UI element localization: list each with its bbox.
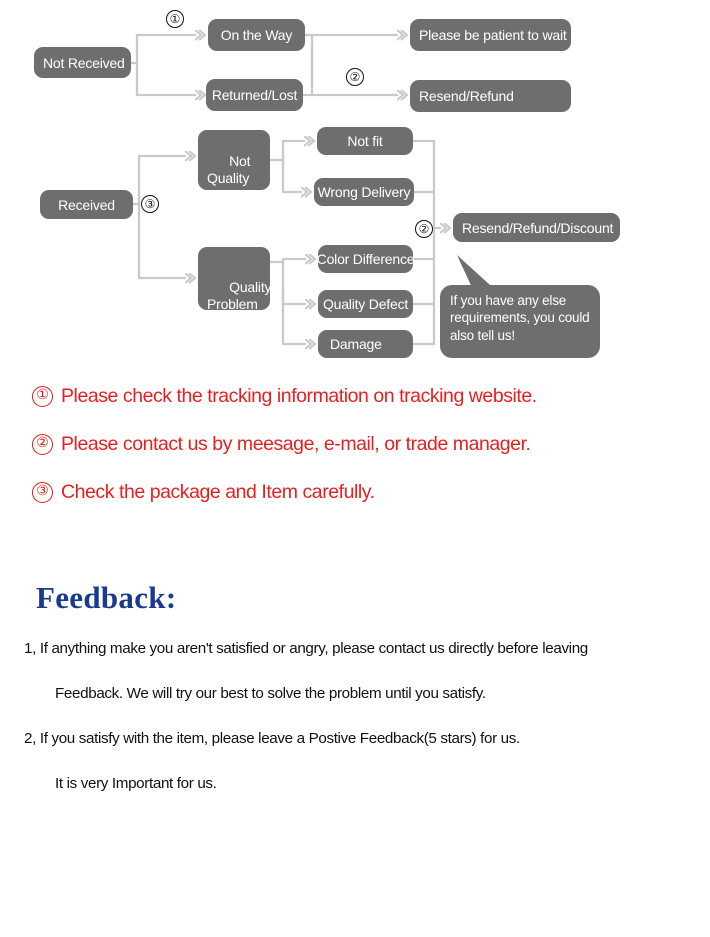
- marker-2-icon: ②: [346, 68, 364, 86]
- marker-3-icon: ③: [141, 195, 159, 213]
- numbered-notes: ① Please check the tracking information …: [0, 372, 710, 516]
- node-label: Wrong Delivery: [317, 184, 411, 200]
- marker-label: ①: [169, 12, 181, 26]
- node-quality-defect: Quality Defect: [318, 290, 413, 318]
- flowchart: Not Received ① On the Way Returned/Lost …: [0, 0, 710, 370]
- node-label: Quality Problem: [207, 278, 272, 313]
- marker-2b-icon: ②: [415, 220, 433, 238]
- node-resend-refund-discount: Resend/Refund/Discount: [453, 213, 620, 242]
- node-resend-refund: Resend/Refund: [410, 80, 571, 112]
- marker-label: ③: [144, 197, 156, 211]
- node-damage: Damage: [318, 330, 413, 358]
- note-marker-3-icon: ③: [32, 481, 53, 503]
- note-marker-label: ②: [36, 436, 49, 451]
- node-label: Damage: [330, 336, 382, 352]
- marker-1-icon: ①: [166, 10, 184, 28]
- note-text: Please check the tracking information on…: [61, 384, 537, 407]
- node-label: Resend/Refund/Discount: [462, 219, 614, 236]
- note-row: ① Please check the tracking information …: [0, 372, 710, 420]
- node-label: Received: [58, 196, 115, 213]
- node-label: Color Difference: [316, 251, 415, 267]
- note-text: Check the package and Item carefully.: [61, 480, 375, 503]
- marker-label: ②: [349, 70, 361, 84]
- node-not-quality-problem: Not Quality Problem: [198, 130, 270, 204]
- page-root: Not Received ① On the Way Returned/Lost …: [0, 0, 710, 937]
- node-label: Not Quality Problem: [207, 152, 258, 204]
- node-label: Not Received: [43, 54, 125, 71]
- node-received: Received: [40, 190, 133, 219]
- note-text: Please contact us by meesage, e-mail, or…: [61, 432, 531, 455]
- feedback-title: Feedback:: [36, 580, 177, 615]
- node-not-fit: Not fit: [317, 127, 413, 155]
- node-label: Resend/Refund: [419, 88, 514, 104]
- node-color-difference: Color Difference: [316, 245, 415, 273]
- feedback-line: It is very Important for us.: [55, 775, 217, 792]
- node-quality-problem: Quality Problem: [198, 247, 272, 313]
- note-marker-2-icon: ②: [32, 433, 53, 455]
- node-wrong-delivery: Wrong Delivery: [314, 178, 414, 206]
- node-returned-lost: Returned/Lost: [206, 79, 303, 111]
- feedback-line: 2, If you satisfy with the item, please …: [24, 730, 520, 747]
- note-marker-1-icon: ①: [32, 385, 53, 407]
- note-marker-label: ③: [36, 484, 49, 499]
- marker-label: ②: [418, 222, 430, 236]
- feedback-line: 1, If anything make you aren't satisfied…: [24, 640, 588, 657]
- node-not-received: Not Received: [34, 47, 131, 78]
- node-label: Not fit: [347, 133, 383, 149]
- note-row: ② Please contact us by meesage, e-mail, …: [0, 420, 710, 468]
- note-marker-label: ①: [36, 388, 49, 403]
- node-label: Quality Defect: [322, 296, 409, 312]
- node-label: On the Way: [220, 27, 293, 43]
- node-please-be-patient: Please be patient to wait: [410, 19, 571, 51]
- feedback-line: Feedback. We will try our best to solve …: [55, 685, 486, 702]
- note-row: ③ Check the package and Item carefully.: [0, 468, 710, 516]
- speech-bubble-text: If you have any else requirements, you c…: [450, 293, 590, 343]
- speech-bubble: If you have any else requirements, you c…: [440, 285, 600, 358]
- node-label: Returned/Lost: [211, 87, 298, 103]
- node-label: Please be patient to wait: [419, 27, 567, 43]
- feedback-section: Feedback: 1, If anything make you aren't…: [0, 580, 710, 806]
- node-on-the-way: On the Way: [208, 19, 305, 51]
